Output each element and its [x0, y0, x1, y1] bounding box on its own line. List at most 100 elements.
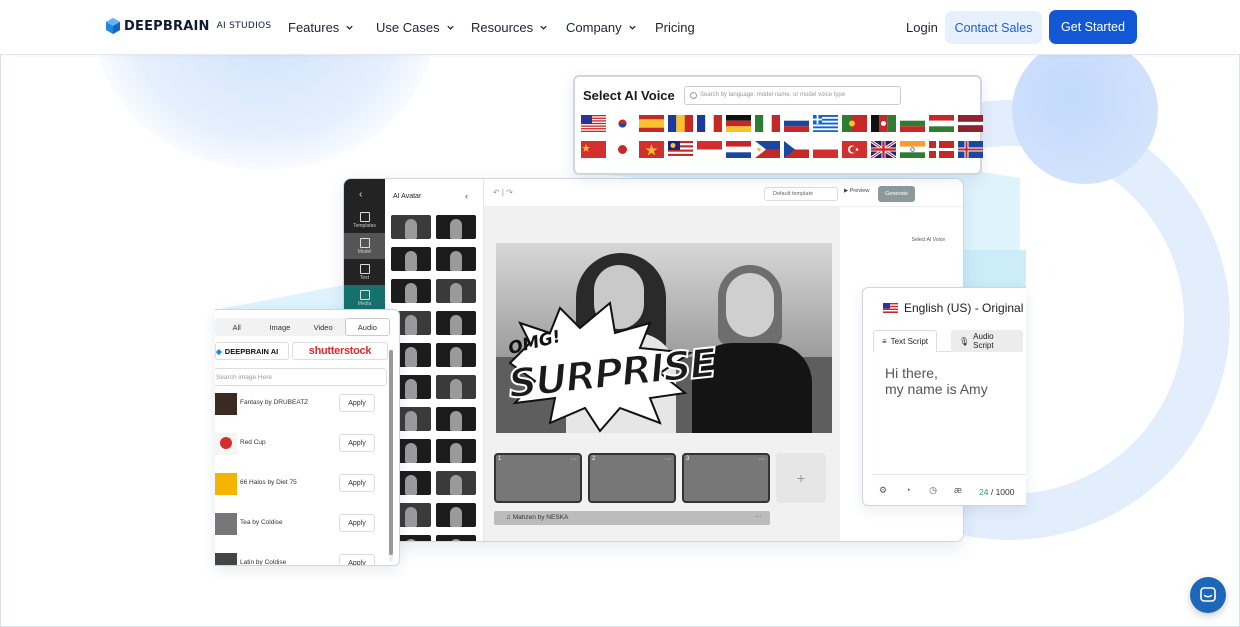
apply-button[interactable]: Apply [339, 434, 375, 452]
chevron-left-icon[interactable]: ‹ [465, 191, 468, 201]
avatar-thumbnail[interactable] [436, 471, 476, 495]
pronunciation-icon[interactable]: æ [952, 484, 964, 496]
apply-button[interactable]: Apply [339, 474, 375, 492]
avatar-thumbnail[interactable] [436, 407, 476, 431]
avatar-thumbnail[interactable] [436, 375, 476, 399]
flag-vn[interactable] [639, 141, 664, 158]
get-started-button[interactable]: Get Started [1049, 10, 1137, 44]
nav-pricing[interactable]: Pricing [655, 20, 695, 35]
flag-is[interactable] [958, 141, 983, 158]
background-music-bar[interactable]: ♫ Mahzen by NESKA ··· [494, 511, 770, 525]
add-scene-button[interactable]: + [776, 453, 826, 503]
flag-cz[interactable] [784, 141, 809, 158]
flag-my[interactable] [668, 141, 693, 158]
avatar-thumbnail[interactable] [436, 311, 476, 335]
tab-video[interactable]: Video [302, 318, 345, 336]
tab-audio-script[interactable]: 🎙 Audio Script [951, 330, 1023, 352]
apply-button[interactable]: Apply [339, 554, 375, 565]
rail-text[interactable]: Text [344, 259, 385, 285]
tab-all[interactable]: All [215, 318, 258, 336]
clock-icon[interactable]: ◷ [927, 484, 939, 496]
avatar-thumbnail[interactable] [391, 215, 431, 239]
flag-jp[interactable] [610, 141, 635, 158]
flag-dk[interactable] [929, 141, 954, 158]
voice-language-select[interactable]: English (US) - Original V [883, 301, 1026, 315]
nav-use-cases[interactable]: Use Cases [376, 20, 455, 35]
nav-resources[interactable]: Resources [471, 20, 548, 35]
flag-pt[interactable] [842, 115, 867, 132]
apply-button[interactable]: Apply [339, 394, 375, 412]
select-voice-label[interactable]: Select AI Voice [912, 237, 945, 243]
tab-image[interactable]: Image [258, 318, 301, 336]
flag-kr[interactable] [610, 115, 635, 132]
flag-bg[interactable] [900, 115, 925, 132]
flag-af[interactable] [871, 115, 896, 132]
scene-thumbnail[interactable]: 1 ··· [494, 453, 582, 503]
script-textarea[interactable]: Hi there, my name is Amy [885, 365, 988, 397]
logo[interactable]: DEEPBRAIN AI STUDIOS [106, 18, 271, 34]
avatar-thumbnail[interactable] [391, 279, 431, 303]
contact-sales-button[interactable]: Contact Sales [945, 11, 1042, 44]
nav-features[interactable]: Features [288, 20, 354, 35]
audio-track-item[interactable]: Fantasy by DRUBEATZ Apply [215, 391, 385, 417]
avatar-thumbnail[interactable] [391, 247, 431, 271]
flag-in[interactable] [900, 141, 925, 158]
flag-ru[interactable] [784, 115, 809, 132]
generate-button[interactable]: Generate [878, 186, 915, 202]
scene-thumbnail[interactable]: 2 ··· [588, 453, 676, 503]
flag-us[interactable] [581, 115, 606, 132]
avatar-thumbnail[interactable] [436, 247, 476, 271]
rail-model[interactable]: Model [344, 233, 385, 259]
flag-lv[interactable] [958, 115, 983, 132]
flag-it[interactable] [755, 115, 780, 132]
scene-more-icon[interactable]: ··· [570, 456, 577, 463]
scene-more-icon[interactable]: ··· [664, 456, 671, 463]
avatar-thumbnail[interactable] [436, 279, 476, 303]
flag-id[interactable] [697, 141, 722, 158]
chat-launcher-button[interactable] [1190, 577, 1226, 613]
media-scrollbar[interactable] [389, 350, 393, 562]
source-deepbrain-button[interactable]: ◆ DEEPBRAIN AI [215, 342, 289, 360]
voice-search-input[interactable]: Search by language, model name, or model… [684, 86, 901, 105]
flag-tr[interactable] [842, 141, 867, 158]
avatar-thumbnail[interactable] [436, 439, 476, 463]
flag-nl[interactable] [726, 141, 751, 158]
flag-gr[interactable] [813, 115, 838, 132]
avatar-thumbnail[interactable] [436, 215, 476, 239]
speed-gauge-icon[interactable]: ◔ [902, 484, 914, 496]
scene-more-icon[interactable]: ··· [758, 456, 765, 463]
tab-audio[interactable]: Audio [344, 318, 390, 336]
apply-button[interactable]: Apply [339, 514, 375, 532]
audio-track-item[interactable]: Tea by Coldise Apply [215, 511, 385, 537]
flag-pl[interactable] [813, 141, 838, 158]
media-search-input[interactable]: Search image Here [215, 368, 387, 386]
audio-track-item[interactable]: 66 Halos by Diet 75 Apply [215, 471, 385, 497]
rail-media[interactable]: Media [344, 285, 385, 311]
music-more-icon[interactable]: ··· [756, 513, 763, 520]
avatar-thumbnail[interactable] [436, 535, 476, 541]
avatar-thumbnail[interactable] [436, 343, 476, 367]
avatar-thumbnail[interactable] [436, 503, 476, 527]
flag-gb[interactable] [871, 141, 896, 158]
tab-text-script[interactable]: ≡ Text Script [873, 330, 938, 352]
default-template-select[interactable]: Default template [764, 187, 838, 201]
video-preview[interactable]: OMG! SURPRISE [496, 243, 832, 433]
rail-templates[interactable]: Templates [344, 207, 385, 233]
settings-icon[interactable]: ⚙ [877, 484, 889, 496]
flag-ro[interactable] [668, 115, 693, 132]
nav-company[interactable]: Company [566, 20, 637, 35]
source-shutterstock-button[interactable]: shutterstock [292, 342, 388, 360]
undo-redo-icon[interactable]: ↶ | ↷ [493, 188, 513, 197]
flag-ph[interactable] [755, 141, 780, 158]
preview-button[interactable]: ▶ Preview [844, 188, 869, 194]
audio-track-item[interactable]: Red Cup Apply [215, 431, 385, 457]
flag-de[interactable] [726, 115, 751, 132]
flag-fr[interactable] [697, 115, 722, 132]
login-link[interactable]: Login [906, 20, 938, 35]
audio-track-item[interactable]: Latin by Coldise Apply [215, 551, 385, 565]
rail-back-icon[interactable]: ‹ [359, 189, 362, 200]
flag-cn[interactable] [581, 141, 606, 158]
flag-hu[interactable] [929, 115, 954, 132]
flag-es[interactable] [639, 115, 664, 132]
scene-thumbnail[interactable]: 3 ··· [682, 453, 770, 503]
